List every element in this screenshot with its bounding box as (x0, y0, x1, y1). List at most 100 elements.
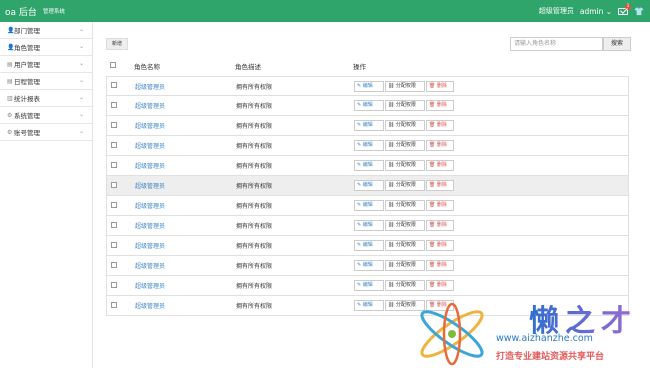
table-row: 超级管理员 拥有所有权限 ✎ 编辑 ⛓ 分配权限 🗑 删除 (106, 216, 629, 236)
assign-permission-button[interactable]: ⛓ 分配权限 (385, 120, 425, 131)
edit-button[interactable]: ✎ 编辑 (354, 200, 384, 211)
table-row: 超级管理员 拥有所有权限 ✎ 编辑 ⛓ 分配权限 🗑 删除 (106, 256, 629, 276)
delete-button[interactable]: 🗑 删除 (426, 280, 454, 291)
select-all-checkbox[interactable] (110, 62, 116, 68)
edit-button[interactable]: ✎ 编辑 (354, 180, 384, 191)
row-checkbox[interactable] (111, 221, 117, 228)
row-checkbox[interactable] (111, 261, 117, 268)
doc-icon: ▤ (7, 77, 13, 85)
assign-permission-button[interactable]: ⛓ 分配权限 (385, 260, 425, 271)
new-button[interactable]: 新增 (106, 38, 128, 50)
row-checkbox[interactable] (111, 181, 117, 188)
row-checkbox[interactable] (111, 101, 117, 108)
chevron-down-icon: ⌄ (78, 111, 84, 118)
sidebar-item-label: 系统管理 (14, 112, 40, 120)
sidebar-item[interactable]: 👤 部门管理 ⌄ (0, 22, 92, 39)
row-checkbox[interactable] (111, 121, 117, 128)
search-input[interactable]: 请输入角色名称 (510, 37, 603, 51)
role-name-link[interactable]: 超级管理员 (135, 141, 236, 150)
role-name-link[interactable]: 超级管理员 (135, 241, 236, 250)
sidebar: 👤 部门管理 ⌄ 👤 角色管理 ⌄ ▤ 用户管理 ⌄ ▤ 日程管理 ⌄ ▥ 统计报表 ⌄… (0, 22, 93, 368)
assign-permission-button[interactable]: ⛓ 分配权限 (385, 160, 425, 171)
role-name-link[interactable]: 超级管理员 (135, 181, 236, 190)
role-name-link[interactable]: 超级管理员 (135, 261, 236, 270)
chevron-down-icon: ⌄ (78, 43, 84, 50)
delete-button[interactable]: 🗑 删除 (426, 140, 454, 151)
assign-permission-button[interactable]: ⛓ 分配权限 (385, 80, 425, 92)
delete-button[interactable]: 🗑 删除 (426, 160, 454, 171)
assign-permission-button[interactable]: ⛓ 分配权限 (385, 280, 425, 291)
skin-icon[interactable]: 👕 (634, 7, 644, 16)
role-name-link[interactable]: 超级管理员 (135, 201, 236, 210)
delete-button[interactable]: 🗑 删除 (426, 120, 454, 131)
user-role: 超级管理员 (538, 7, 574, 15)
sidebar-item[interactable]: ▥ 统计报表 ⌄ (0, 90, 92, 107)
role-desc: 拥有所有权限 (236, 203, 273, 210)
gear-icon: ⚙ (7, 128, 13, 136)
sidebar-item[interactable]: 👤 角色管理 ⌄ (0, 39, 92, 56)
role-desc: 拥有所有权限 (236, 263, 273, 270)
role-name-link[interactable]: 超级管理员 (135, 161, 236, 170)
sidebar-item[interactable]: ⚙ 账号管理 ⌄ (0, 124, 92, 141)
search-button[interactable]: 搜索 (603, 37, 631, 51)
sidebar-item[interactable]: ⚙ 系统管理 ⌄ (0, 107, 92, 124)
edit-button[interactable]: ✎ 编辑 (354, 300, 384, 311)
delete-button[interactable]: 🗑 删除 (426, 100, 454, 111)
row-checkbox[interactable] (111, 161, 117, 168)
role-name-link[interactable]: 超级管理员 (135, 301, 236, 310)
doc-icon: ▤ (7, 60, 13, 68)
role-desc: 拥有所有权限 (236, 163, 273, 170)
role-name-link[interactable]: 超级管理员 (135, 221, 236, 230)
sidebar-item-label: 日程管理 (14, 78, 40, 86)
assign-permission-button[interactable]: ⛓ 分配权限 (385, 180, 425, 191)
edit-button[interactable]: ✎ 编辑 (354, 240, 384, 251)
table-row: 超级管理员 拥有所有权限 ✎ 编辑 ⛓ 分配权限 🗑 删除 (106, 156, 629, 176)
delete-button[interactable]: 🗑 删除 (426, 80, 454, 92)
assign-permission-button[interactable]: ⛓ 分配权限 (385, 100, 425, 111)
gear-icon: ⚙ (7, 111, 13, 119)
edit-button[interactable]: ✎ 编辑 (354, 120, 384, 131)
role-desc: 拥有所有权限 (236, 183, 273, 190)
delete-button[interactable]: 🗑 删除 (426, 240, 454, 251)
assign-permission-button[interactable]: ⛓ 分配权限 (385, 200, 425, 211)
delete-button[interactable]: 🗑 删除 (426, 260, 454, 271)
role-desc: 拥有所有权限 (236, 243, 273, 250)
table-row: 超级管理员 拥有所有权限 ✎ 编辑 ⛓ 分配权限 🗑 删除 (106, 196, 629, 216)
edit-button[interactable]: ✎ 编辑 (354, 260, 384, 271)
sidebar-item-label: 部门管理 (14, 27, 40, 35)
sidebar-item[interactable]: ▤ 日程管理 ⌄ (0, 73, 92, 90)
chevron-down-icon: ⌄ (78, 77, 84, 84)
delete-button[interactable]: 🗑 删除 (426, 220, 454, 231)
brand-logo[interactable]: oa 后台 (5, 5, 37, 18)
user-menu[interactable]: admin ⌄ (580, 7, 612, 16)
row-checkbox[interactable] (111, 141, 117, 148)
header-ops: 操作 (353, 63, 366, 71)
delete-button[interactable]: 🗑 删除 (426, 200, 454, 211)
row-checkbox[interactable] (111, 241, 117, 248)
role-name-link[interactable]: 超级管理员 (135, 121, 236, 130)
edit-button[interactable]: ✎ 编辑 (354, 280, 384, 291)
edit-button[interactable]: ✎ 编辑 (354, 80, 384, 92)
role-name-link[interactable]: 超级管理员 (135, 82, 236, 91)
sidebar-item[interactable]: ▤ 用户管理 ⌄ (0, 56, 92, 73)
row-checkbox[interactable] (111, 281, 117, 288)
assign-permission-button[interactable]: ⛓ 分配权限 (385, 220, 425, 231)
header-desc: 角色描述 (235, 63, 261, 71)
table-row: 超级管理员 拥有所有权限 ✎ 编辑 ⛓ 分配权限 🗑 删除 (106, 176, 629, 196)
row-checkbox[interactable] (111, 301, 117, 308)
edit-button[interactable]: ✎ 编辑 (354, 140, 384, 151)
edit-button[interactable]: ✎ 编辑 (354, 220, 384, 231)
sidebar-item-label: 用户管理 (14, 61, 40, 69)
edit-button[interactable]: ✎ 编辑 (354, 100, 384, 111)
mail-icon[interactable]: 1 (618, 3, 632, 15)
header-name: 角色名称 (134, 63, 160, 71)
role-name-link[interactable]: 超级管理员 (135, 281, 236, 290)
delete-button[interactable]: 🗑 删除 (426, 180, 454, 191)
assign-permission-button[interactable]: ⛓ 分配权限 (385, 140, 425, 151)
assign-permission-button[interactable]: ⛓ 分配权限 (385, 240, 425, 251)
row-checkbox[interactable] (111, 201, 117, 208)
role-name-link[interactable]: 超级管理员 (135, 101, 236, 110)
edit-button[interactable]: ✎ 编辑 (354, 160, 384, 171)
row-checkbox[interactable] (111, 82, 117, 88)
chevron-down-icon: ⌄ (78, 94, 84, 101)
